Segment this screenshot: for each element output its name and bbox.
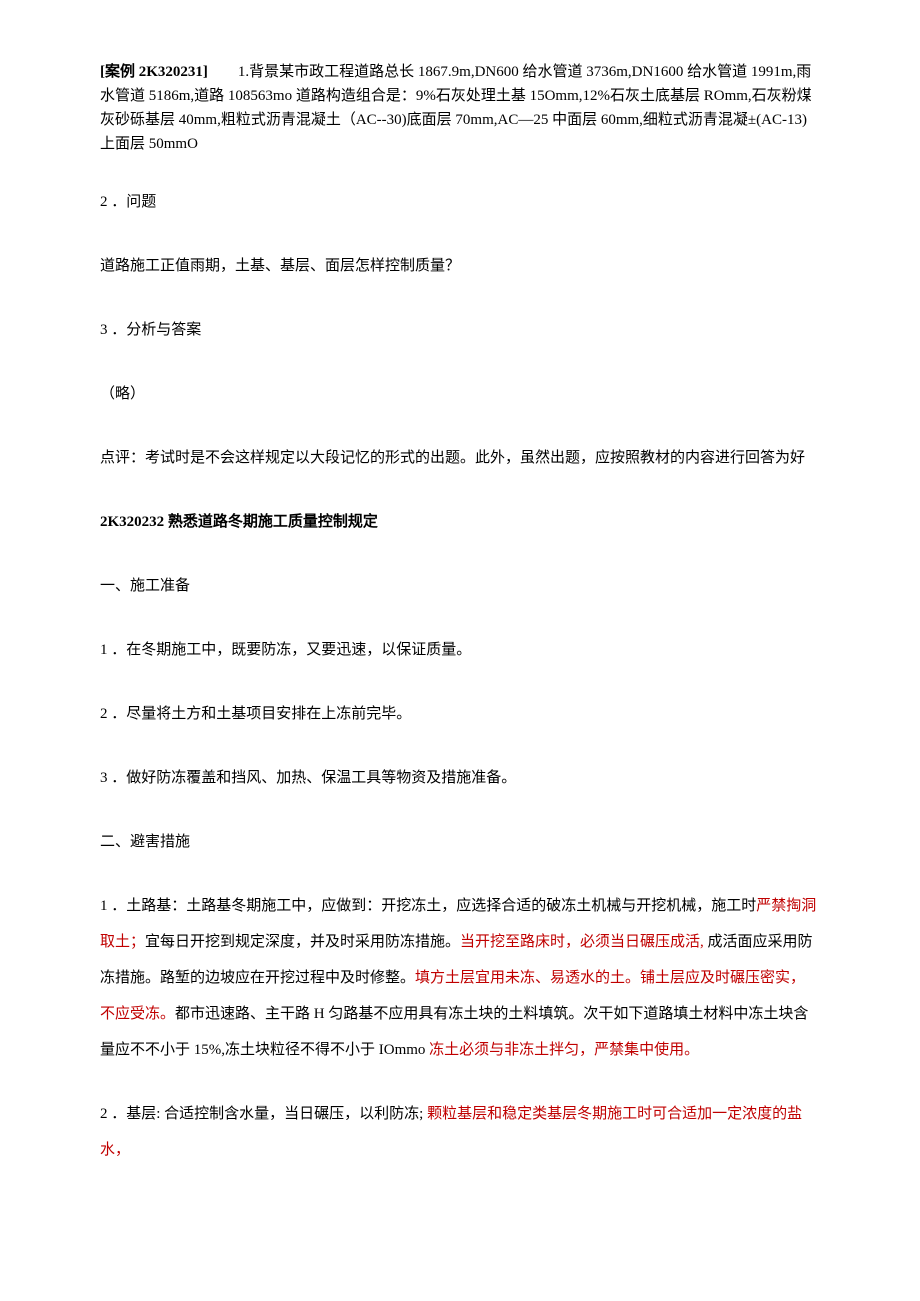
hazard-2-text-a: 2 ．基层: 合适控制含水量，当日碾压，以利防冻; [100, 1106, 427, 1122]
hazard-1-text-a: 1 ．土路基：土路基冬期施工中，应做到：开挖冻土，应选择合适的破冻土机械与开挖机… [100, 898, 756, 914]
hazard-item-2: 2 ．基层: 合适控制含水量，当日碾压，以利防冻; 颗粒基层和稳定类基层冬期施工… [100, 1096, 820, 1168]
hazard-1-red-4: 冻土必须与非冻土拌匀，严禁集中使用。 [429, 1042, 699, 1058]
case-background: [案例 2K320231] 1.背景某市政工程道路总长 1867.9m,DN60… [100, 60, 820, 156]
answer-number: 3 ．分析与答案 [100, 312, 820, 348]
prep-item-2: 2 ．尽量将土方和土基项目安排在上冻前完毕。 [100, 696, 820, 732]
question-number: 2 ．问题 [100, 184, 820, 220]
answer-text: （略） [100, 376, 820, 412]
case-label: [案例 2K320231] [100, 64, 208, 80]
hazard-heading: 二、避害措施 [100, 824, 820, 860]
prep-item-1: 1 ．在冬期施工中，既要防冻，又要迅速，以保证质量。 [100, 632, 820, 668]
section-2-title: 2K320232 熟悉道路冬期施工质量控制规定 [100, 504, 820, 540]
hazard-item-1: 1 ．土路基：土路基冬期施工中，应做到：开挖冻土，应选择合适的破冻土机械与开挖机… [100, 888, 820, 1068]
preparation-heading: 一、施工准备 [100, 568, 820, 604]
commentary: 点评：考试时是不会这样规定以大段记忆的形式的出题。此外，虽然出题，应按照教材的内… [100, 440, 820, 476]
hazard-1-text-b: 宜每日开挖到规定深度，并及时采用防冻措施。 [145, 934, 460, 950]
prep-item-3: 3 ．做好防冻覆盖和挡风、加热、保温工具等物资及措施准备。 [100, 760, 820, 796]
hazard-1-red-2: 当开挖至路床时，必须当日碾压成活, [460, 934, 704, 950]
question-text: 道路施工正值雨期，土基、基层、面层怎样控制质量？ [100, 248, 820, 284]
